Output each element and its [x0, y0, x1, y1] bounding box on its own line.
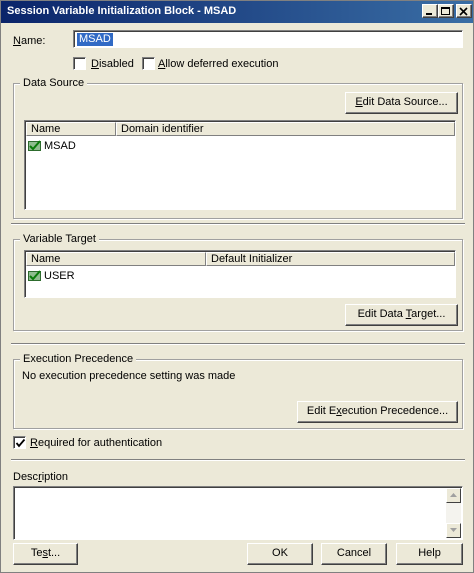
description-scrollbar[interactable]	[446, 488, 461, 538]
description-textarea[interactable]	[13, 486, 463, 540]
separator	[11, 343, 465, 345]
scroll-down-arrow-icon	[450, 528, 457, 532]
minimize-button[interactable]	[422, 4, 438, 18]
ok-button[interactable]: OK	[247, 543, 313, 565]
list-item-label: USER	[44, 270, 75, 282]
column-header-name[interactable]: Name	[26, 252, 206, 266]
edit-data-source-button[interactable]: Edit Data Source...	[345, 92, 458, 114]
column-header-name[interactable]: Name	[26, 122, 116, 136]
separator	[11, 459, 465, 461]
column-header-default-initializer[interactable]: Default Initializer	[206, 252, 455, 266]
execution-precedence-message: No execution precedence setting was made	[22, 370, 236, 382]
scroll-down-button[interactable]	[446, 523, 461, 538]
variable-target-group-label: Variable Target	[20, 233, 99, 246]
list-item-label: MSAD	[44, 140, 76, 152]
help-button[interactable]: Help	[396, 543, 463, 565]
variable-target-group: Variable Target Name Default Initializer…	[13, 233, 463, 331]
allow-deferred-checkbox[interactable]	[142, 57, 155, 70]
name-input-value: MSAD	[77, 33, 113, 46]
scroll-up-arrow-icon	[450, 493, 457, 497]
edit-execution-precedence-button[interactable]: Edit Execution Precedence...	[297, 401, 458, 423]
scroll-up-button[interactable]	[446, 488, 461, 503]
maximize-icon	[441, 7, 450, 15]
required-for-authentication-checkbox[interactable]	[13, 436, 26, 449]
name-input[interactable]: MSAD	[73, 30, 463, 48]
disabled-checkbox[interactable]	[73, 57, 86, 70]
name-label: Name:	[13, 35, 46, 47]
required-for-authentication-label: Required for authentication	[30, 437, 163, 449]
data-source-group: Data Source Edit Data Source... Name Dom…	[13, 77, 463, 219]
checkmark-icon	[15, 438, 26, 448]
data-source-list[interactable]: Name Domain identifier MSAD	[24, 120, 456, 210]
description-label: Description	[13, 471, 69, 483]
init-block-icon	[28, 140, 41, 151]
variable-target-list[interactable]: Name Default Initializer USER	[24, 250, 456, 298]
title-bar[interactable]: Session Variable Initialization Block - …	[1, 1, 473, 23]
dialog-window: Session Variable Initialization Block - …	[0, 0, 474, 573]
window-title: Session Variable Initialization Block - …	[7, 5, 237, 17]
separator	[11, 223, 465, 225]
cancel-button[interactable]: Cancel	[321, 543, 387, 565]
disabled-label: Disabled	[91, 58, 134, 70]
execution-precedence-group: Execution Precedence No execution preced…	[13, 353, 463, 429]
close-icon	[459, 7, 468, 16]
maximize-button[interactable]	[438, 4, 454, 18]
column-header-domain-identifier[interactable]: Domain identifier	[116, 122, 455, 136]
minimize-icon	[426, 13, 432, 15]
session-variable-icon	[28, 270, 41, 281]
execution-precedence-group-label: Execution Precedence	[20, 353, 137, 366]
data-source-group-label: Data Source	[20, 77, 88, 90]
allow-deferred-label: Allow deferred execution	[158, 58, 279, 70]
test-button[interactable]: Test...	[13, 543, 78, 565]
edit-data-target-button[interactable]: Edit Data Target...	[345, 304, 458, 326]
close-button[interactable]	[456, 4, 472, 18]
